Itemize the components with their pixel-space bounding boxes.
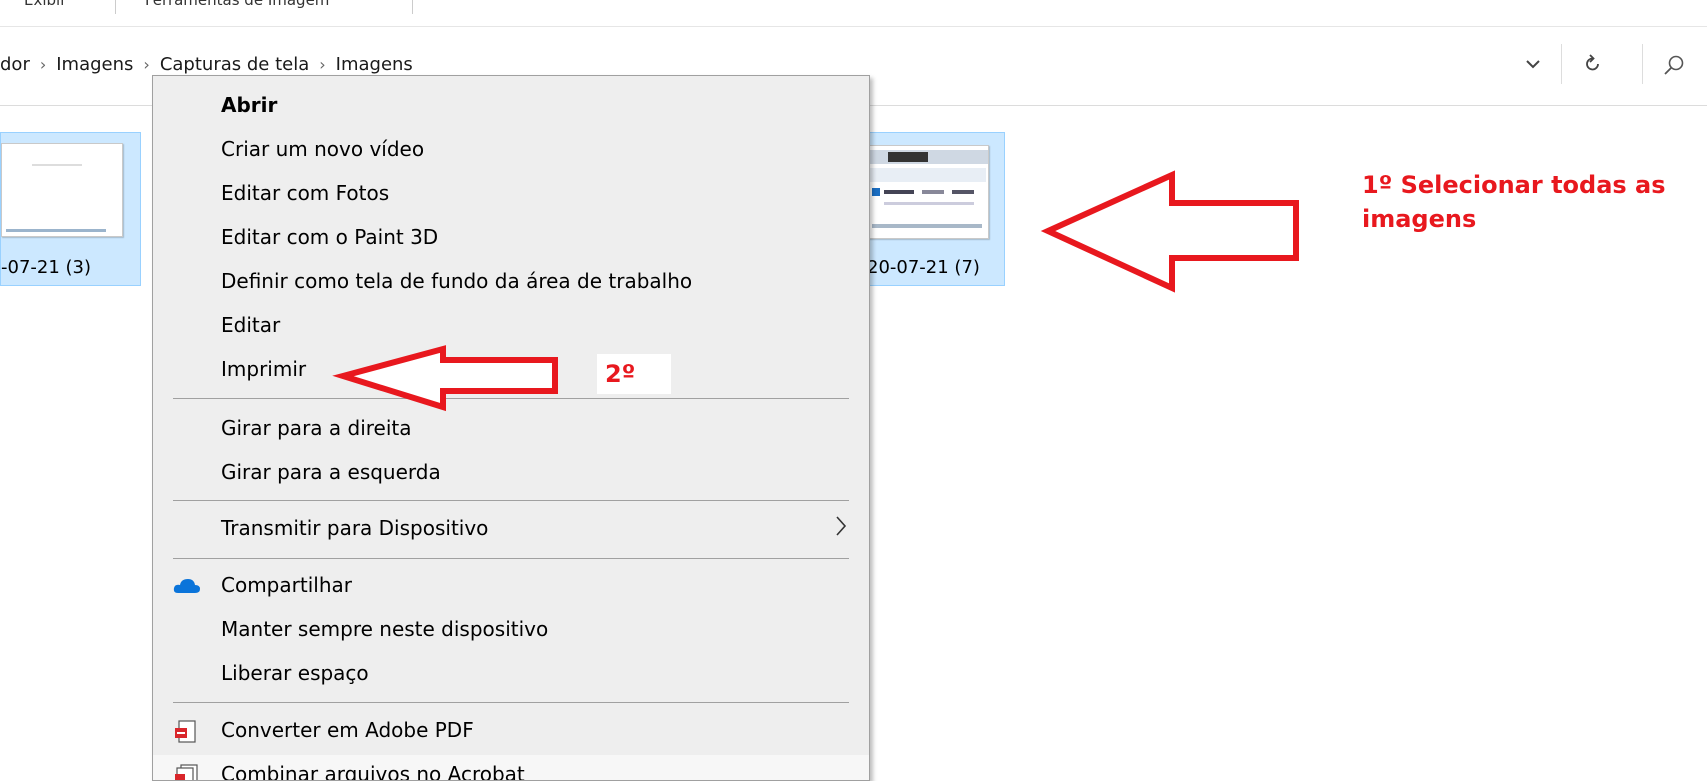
- annotation-step1-line: imagens: [1362, 205, 1477, 233]
- annotation-arrow-step2: [332, 345, 558, 412]
- annotation-arrows: [332, 170, 1299, 412]
- annotation-step1-text: 1º Selecionar todas as imagens: [1362, 168, 1666, 236]
- annotation-arrow-step1: [1040, 170, 1299, 293]
- annotation-step1-line: 1º Selecionar todas as: [1362, 171, 1666, 199]
- annotation-step2-text: 2º: [597, 354, 671, 394]
